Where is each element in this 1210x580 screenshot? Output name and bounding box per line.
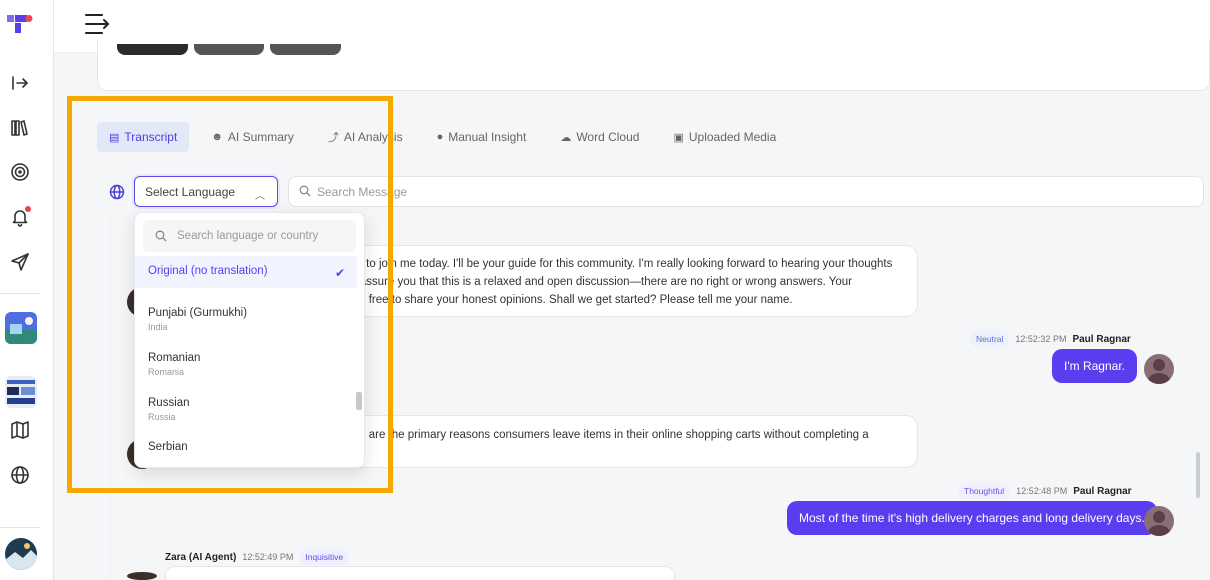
sidebar-divider [0,527,40,528]
tab-uploaded-media[interactable]: ▣ Uploaded Media [661,122,788,152]
project-thumbnail-1[interactable] [5,312,37,344]
cloud-icon: ☁ [560,131,572,144]
message-time: 12:52:48 PM [1016,486,1068,496]
sidebar-divider [0,293,40,294]
project-thumbnail-2[interactable] [5,376,37,408]
library-icon[interactable] [8,116,32,140]
participant-message-bubble: I'm Ragnar. [1052,349,1137,383]
chat-scrollbar[interactable] [1196,452,1200,498]
message-meta: Zara (AI Agent) 12:52:49 PM Inquisitive [165,549,350,565]
agent-avatar [127,572,157,580]
send-icon[interactable] [8,250,32,274]
bell-icon[interactable] [8,205,32,229]
header-button-2[interactable] [194,44,264,55]
message-text: I'm Ragnar. [1064,359,1125,373]
sentiment-badge: Inquisitive [299,549,350,565]
target-icon[interactable] [8,160,32,184]
header-button-3[interactable] [270,44,341,55]
message-search-input[interactable]: Search Message [288,176,1204,207]
bulb-icon: ● [436,131,444,143]
media-icon: ▣ [673,131,684,144]
participant-avatar [1144,354,1174,384]
globe-icon[interactable] [8,463,32,487]
sidebar [0,0,54,580]
participant-name: Paul Ragnar [1072,333,1131,345]
header-button-1[interactable] [117,44,188,55]
message-time: 12:52:49 PM [242,552,294,562]
agent-message-bubble [165,566,675,580]
tab-label: Manual Insight [448,130,527,144]
app-logo[interactable] [7,13,33,35]
message-meta: Neutral 12:52:32 PM Paul Ragnar [970,331,1131,347]
message-line: to assure you that this is a relaxed and… [347,276,853,288]
agent-name: Zara (AI Agent) [165,551,237,563]
sentiment-badge: Neutral [970,331,1010,347]
user-avatar[interactable] [5,538,37,570]
participant-name: Paul Ragnar [1073,485,1132,497]
message-line: feel free to share your honest opinions.… [347,294,793,306]
menu-collapse-icon[interactable] [84,12,114,36]
login-arrow-icon[interactable] [8,71,32,95]
tab-label: Word Cloud [576,130,640,144]
sentiment-badge: Thoughtful [958,483,1011,499]
tab-word-cloud[interactable]: ☁ Word Cloud [548,122,651,152]
map-icon[interactable] [8,418,32,442]
participant-avatar [1144,506,1174,536]
notification-dot [25,206,31,212]
message-meta: Thoughtful 12:52:48 PM Paul Ragnar [958,483,1132,499]
message-line: eve are the primary reasons consumers le… [347,429,869,441]
message-line: me to join me today. I'll be your guide … [347,258,893,270]
highlight-box [67,96,393,493]
participant-message-bubble: Most of the time it's high delivery char… [787,501,1157,535]
tab-manual-insight[interactable]: ● Manual Insight [425,122,539,152]
tab-label: Uploaded Media [688,130,777,144]
message-text: Most of the time it's high delivery char… [799,511,1145,525]
message-time: 12:52:32 PM [1015,334,1067,344]
